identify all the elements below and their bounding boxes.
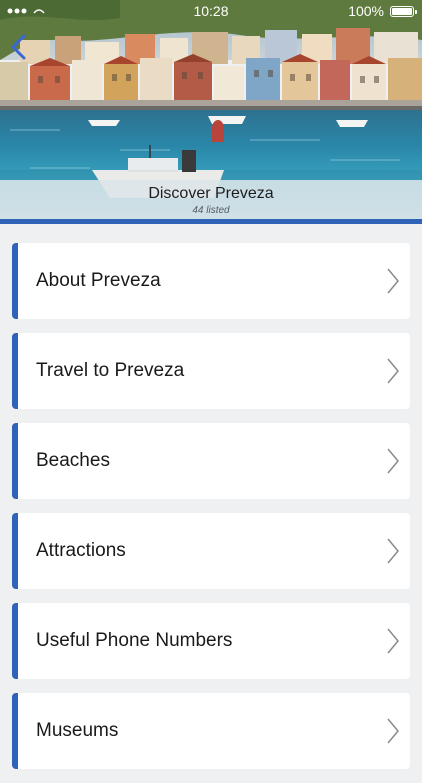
menu-item-phone-numbers[interactable]: Useful Phone Numbers: [12, 603, 410, 679]
menu-item-travel[interactable]: Travel to Preveza: [12, 333, 410, 409]
battery-icon: [390, 6, 417, 17]
menu-item-attractions[interactable]: Attractions: [12, 513, 410, 589]
chevron-right-icon: [387, 448, 399, 474]
menu-item-label: Attractions: [36, 540, 126, 561]
page-title: Discover Preveza: [148, 185, 274, 202]
back-button[interactable]: [6, 32, 32, 62]
header-photo: 10:28 100% Discover Preveza 44 listed: [0, 0, 422, 219]
chevron-right-icon: [387, 718, 399, 744]
chevron-right-icon: [387, 538, 399, 564]
header-caption: Discover Preveza 44 listed: [0, 180, 422, 219]
menu-item-label: About Preveza: [36, 270, 161, 291]
chevron-right-icon: [387, 268, 399, 294]
header-accent-line: [0, 219, 422, 224]
menu-item-label: Travel to Preveza: [36, 360, 185, 381]
menu-item-label: Beaches: [36, 450, 110, 471]
chevron-left-icon: [11, 34, 26, 60]
chevron-right-icon: [387, 358, 399, 384]
menu-list: About Preveza Travel to Preveza Beaches …: [12, 243, 410, 783]
menu-item-label: Museums: [36, 720, 119, 741]
menu-item-about[interactable]: About Preveza: [12, 243, 410, 319]
menu-item-label: Useful Phone Numbers: [36, 630, 233, 651]
menu-item-beaches[interactable]: Beaches: [12, 423, 410, 499]
chevron-right-icon: [387, 628, 399, 654]
listing-count: 44 listed: [192, 205, 230, 216]
status-bar: 10:28 100%: [0, 0, 422, 22]
battery-percentage: 100%: [348, 3, 384, 19]
menu-item-museums[interactable]: Museums: [12, 693, 410, 769]
